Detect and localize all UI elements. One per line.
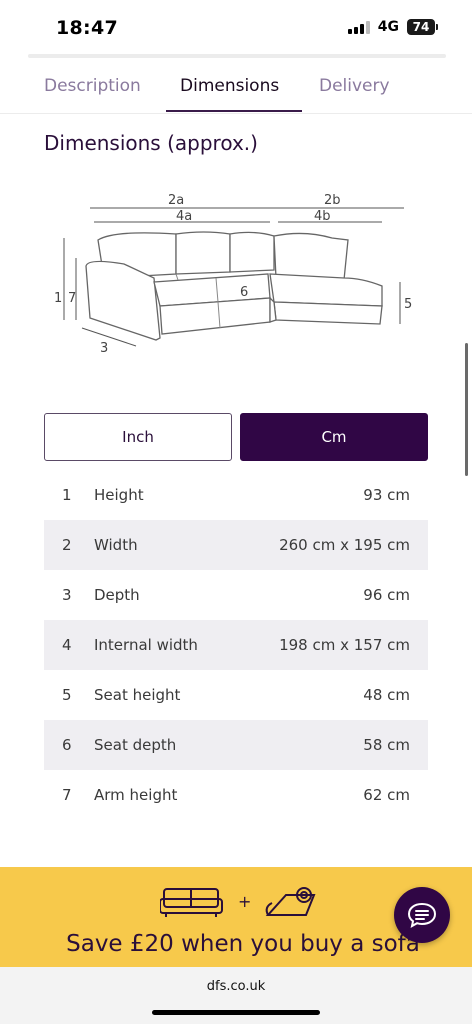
diagram-label-3: 3 xyxy=(100,341,108,356)
promo-icons: + xyxy=(160,887,316,917)
battery-icon: 74 xyxy=(407,19,438,35)
active-tab-indicator xyxy=(166,110,302,112)
unit-toggle: Inch Cm xyxy=(44,413,428,461)
cm-button[interactable]: Cm xyxy=(240,413,428,461)
diagram-label-6: 6 xyxy=(240,285,248,300)
home-indicator[interactable] xyxy=(152,1010,320,1015)
signal-icon xyxy=(347,20,370,34)
row-number: 2 xyxy=(62,536,72,554)
row-value: 198 cm x 157 cm xyxy=(279,636,410,654)
row-number: 1 xyxy=(62,486,72,504)
row-value: 93 cm xyxy=(363,486,410,504)
sofa-icon xyxy=(160,888,223,917)
network-type: 4G xyxy=(377,19,399,35)
diagram-label-5: 5 xyxy=(404,297,412,312)
row-label: Height xyxy=(94,486,144,504)
battery-level: 74 xyxy=(407,19,435,35)
tab-dimensions[interactable]: Dimensions xyxy=(180,76,279,96)
row-label: Seat depth xyxy=(94,736,177,754)
dimensions-table: 1 Height 93 cm 2 Width 260 cm x 195 cm 3… xyxy=(44,470,428,820)
sofa-diagram-svg: 2a 4a 2b 4b 1 7 3 6 5 xyxy=(54,193,412,356)
status-time: 18:47 xyxy=(56,17,118,39)
row-number: 6 xyxy=(62,736,72,754)
table-row: 3 Depth 96 cm xyxy=(44,570,428,620)
diagram-label-2a: 2a xyxy=(168,193,184,208)
chat-button[interactable] xyxy=(394,887,450,943)
diagram-label-4a: 4a xyxy=(176,209,192,224)
table-row: 7 Arm height 62 cm xyxy=(44,770,428,820)
row-value: 58 cm xyxy=(363,736,410,754)
row-number: 4 xyxy=(62,636,72,654)
row-value: 96 cm xyxy=(363,586,410,604)
status-bar: 18:47 4G 74 xyxy=(0,0,472,54)
status-indicators: 4G 74 xyxy=(347,19,438,35)
row-label: Internal width xyxy=(94,636,198,654)
promo-plus: + xyxy=(238,892,251,911)
promo-text: Save £20 when you buy a sofa xyxy=(66,931,420,957)
row-label: Width xyxy=(94,536,138,554)
table-row: 4 Internal width 198 cm x 157 cm xyxy=(44,620,428,670)
tab-delivery[interactable]: Delivery xyxy=(319,76,390,96)
diagram-label-1: 1 xyxy=(54,291,62,306)
chat-icon xyxy=(407,902,437,928)
top-divider xyxy=(28,54,446,58)
diagram-label-7: 7 xyxy=(68,291,76,306)
rug-roll-icon xyxy=(265,887,316,916)
row-number: 7 xyxy=(62,786,72,804)
row-label: Seat height xyxy=(94,686,181,704)
table-row: 5 Seat height 48 cm xyxy=(44,670,428,720)
row-value: 48 cm xyxy=(363,686,410,704)
row-value: 62 cm xyxy=(363,786,410,804)
row-label: Depth xyxy=(94,586,140,604)
diagram-label-2b: 2b xyxy=(324,193,341,208)
table-row: 1 Height 93 cm xyxy=(44,470,428,520)
section-title: Dimensions (approx.) xyxy=(44,131,258,155)
url-text[interactable]: dfs.co.uk xyxy=(0,979,472,994)
row-value: 260 cm x 195 cm xyxy=(279,536,410,554)
tabs-divider xyxy=(0,113,472,114)
diagram-label-4b: 4b xyxy=(314,209,331,224)
product-tabs: Description Dimensions Delivery xyxy=(0,62,472,114)
row-number: 5 xyxy=(62,686,72,704)
row-label: Arm height xyxy=(94,786,178,804)
row-number: 3 xyxy=(62,586,72,604)
sofa-dimension-diagram: 2a 4a 2b 4b 1 7 3 6 5 xyxy=(44,178,428,368)
table-row: 2 Width 260 cm x 195 cm xyxy=(44,520,428,570)
table-row: 6 Seat depth 58 cm xyxy=(44,720,428,770)
tab-description[interactable]: Description xyxy=(44,76,141,96)
inch-button[interactable]: Inch xyxy=(44,413,232,461)
browser-url-bar[interactable]: dfs.co.uk xyxy=(0,967,472,1024)
scrollbar[interactable] xyxy=(465,343,468,476)
